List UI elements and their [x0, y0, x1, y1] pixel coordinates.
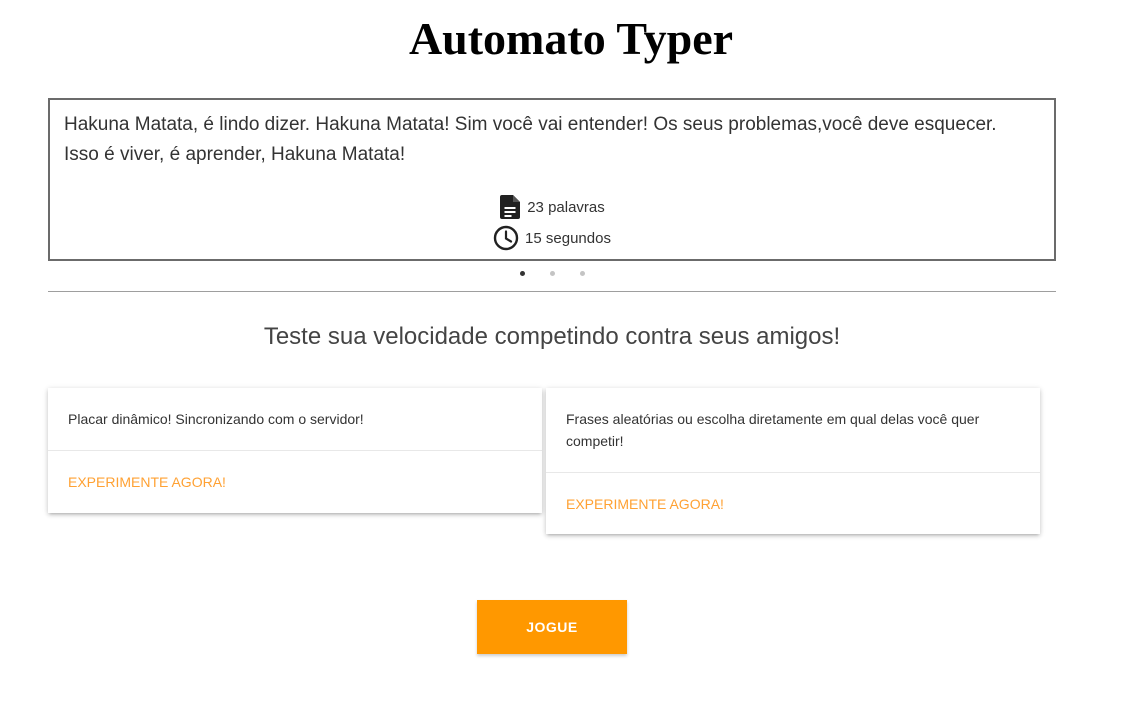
page-title: Automato Typer	[408, 13, 734, 64]
card-action: EXPERIMENTE AGORA!	[48, 450, 542, 512]
slide-text: Hakuna Matata, é lindo dizer. Hakuna Mat…	[64, 114, 997, 165]
card-action: EXPERIMENTE AGORA!	[546, 472, 1040, 534]
try-now-link[interactable]: EXPERIMENTE AGORA!	[68, 474, 226, 490]
clock-icon	[493, 225, 519, 251]
document-icon	[499, 194, 521, 220]
divider	[48, 291, 1056, 292]
play-button[interactable]: JOGUE	[477, 600, 627, 654]
time-limit: 15 segundos	[50, 224, 1054, 252]
carousel-dot-3[interactable]	[579, 271, 585, 276]
try-now-link[interactable]: EXPERIMENTE AGORA!	[566, 496, 724, 512]
word-count-label: 23 palavras	[527, 198, 605, 216]
carousel-slide: Hakuna Matata, é lindo dizer. Hakuna Mat…	[48, 98, 1056, 261]
card-text: Frases aleatórias ou escolha diretamente…	[566, 411, 980, 449]
section-subtitle: Teste sua velocidade competindo contra s…	[263, 323, 841, 350]
carousel-indicators	[0, 271, 1104, 276]
time-limit-label: 15 segundos	[525, 229, 611, 247]
feature-card-scoreboard: Placar dinâmico! Sincronizando com o ser…	[48, 388, 542, 513]
carousel-dot-2[interactable]	[549, 271, 555, 276]
feature-card-phrases: Frases aleatórias ou escolha diretamente…	[546, 388, 1040, 534]
card-text: Placar dinâmico! Sincronizando com o ser…	[68, 411, 364, 427]
word-count: 23 palavras	[50, 193, 1054, 221]
carousel-dot-1[interactable]	[519, 271, 525, 276]
